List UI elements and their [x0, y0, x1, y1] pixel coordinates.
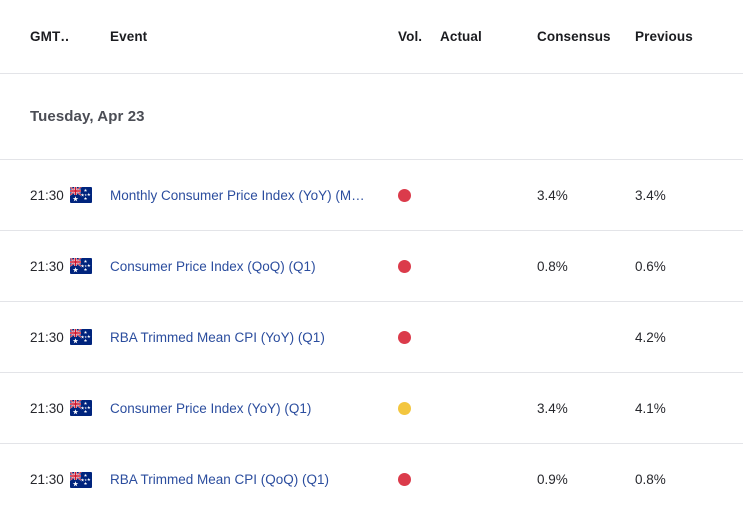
column-header-consensus[interactable]: Consensus — [537, 29, 635, 44]
table-row[interactable]: 21:30 Consumer Price Index (YoY) (Q1) 3.4… — [0, 373, 743, 444]
column-header-time[interactable]: GMT… — [0, 29, 70, 44]
economic-calendar: GMT… Event Vol. Actual Consensus Previou… — [0, 0, 743, 518]
volatility-cell — [398, 401, 440, 415]
volatility-dot-high — [398, 259, 411, 273]
consensus-value: 0.9% — [537, 472, 568, 487]
date-group-label: Tuesday, Apr 23 — [30, 108, 145, 125]
column-header-previous[interactable]: Previous — [635, 29, 743, 44]
australia-flag-icon — [70, 258, 110, 274]
table-row[interactable]: 21:30 RBA Trimmed Mean CPI (YoY) (Q1) 4.2… — [0, 302, 743, 373]
previous-value: 4.1% — [635, 400, 666, 416]
table-row[interactable]: 21:30 Monthly Consumer Price Index (YoY)… — [0, 160, 743, 231]
event-name-link[interactable]: RBA Trimmed Mean CPI (YoY) (Q1) — [110, 330, 398, 345]
previous-value: 0.8% — [635, 472, 666, 487]
column-header-event[interactable]: Event — [110, 29, 398, 44]
previous-value: 4.2% — [635, 329, 666, 345]
event-name-link[interactable]: Monthly Consumer Price Index (YoY) (M… — [110, 188, 398, 203]
event-name-link[interactable]: Consumer Price Index (YoY) (Q1) — [110, 401, 398, 416]
australia-flag-icon — [70, 471, 110, 488]
volatility-cell — [398, 473, 440, 486]
australia-flag-icon — [70, 400, 110, 416]
consensus-value: 3.4% — [537, 400, 568, 416]
table-row[interactable]: 21:30 RBA Trimmed Mean CPI (QoQ) (Q1) 0.9… — [0, 444, 743, 515]
table-header-row: GMT… Event Vol. Actual Consensus Previou… — [0, 0, 743, 74]
table-body: 21:30 Monthly Consumer Price Index (YoY)… — [0, 160, 743, 515]
event-time: 21:30 — [30, 258, 64, 274]
volatility-dot-medium — [398, 401, 411, 415]
previous-value: 0.6% — [635, 258, 666, 274]
previous-value: 3.4% — [635, 187, 666, 203]
volatility-cell — [398, 259, 440, 273]
table-row[interactable]: 21:30 Consumer Price Index (QoQ) (Q1) 0.8… — [0, 231, 743, 302]
date-group-header: Tuesday, Apr 23 — [0, 74, 743, 160]
volatility-cell — [398, 330, 440, 344]
event-time: 21:30 — [30, 187, 64, 203]
volatility-dot-high — [398, 188, 411, 202]
volatility-dot-high — [398, 330, 411, 344]
consensus-value: 0.8% — [537, 258, 568, 274]
event-time: 21:30 — [30, 329, 64, 345]
australia-flag-icon — [70, 187, 110, 203]
volatility-dot-high — [398, 473, 411, 486]
event-name-link[interactable]: RBA Trimmed Mean CPI (QoQ) (Q1) — [110, 472, 398, 487]
event-time: 21:30 — [30, 472, 64, 487]
consensus-value: 3.4% — [537, 187, 568, 203]
column-header-vol[interactable]: Vol. — [398, 29, 440, 44]
event-name-link[interactable]: Consumer Price Index (QoQ) (Q1) — [110, 259, 398, 274]
australia-flag-icon — [70, 329, 110, 345]
event-time: 21:30 — [30, 400, 64, 416]
column-header-actual[interactable]: Actual — [440, 29, 537, 44]
volatility-cell — [398, 188, 440, 202]
